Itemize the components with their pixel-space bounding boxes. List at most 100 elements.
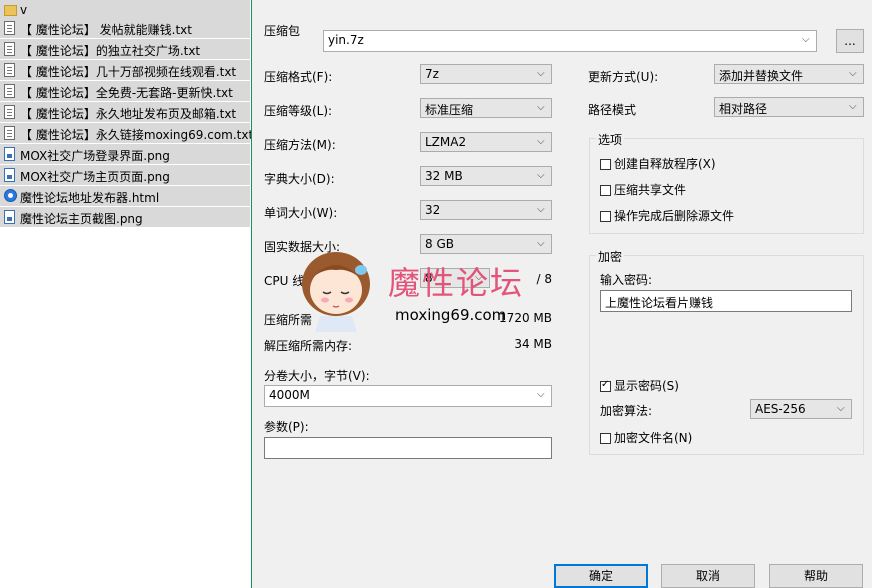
memory-decompress-label: 解压缩所需内存:: [264, 339, 353, 353]
update-mode-label: 更新方式(U):: [588, 70, 659, 84]
file-name: 【 魔性论坛】几十万部视频在线观看.txt: [20, 65, 237, 79]
watermark-title: 魔性论坛: [388, 264, 525, 302]
file-name: 魔性论坛主页截图.png: [20, 212, 143, 226]
format-label: 压缩格式(F):: [264, 70, 333, 84]
password-input[interactable]: 上魔性论坛看片赚钱: [600, 290, 852, 312]
delete-after-label: 操作完成后删除源文件: [614, 209, 735, 223]
list-item[interactable]: 【 魔性论坛】永久地址发布页及邮箱.txt: [0, 102, 250, 123]
chevron-down-icon: ⌵: [849, 68, 857, 79]
solid-block-value: 8 GB: [425, 237, 454, 251]
archive-label: 压缩包: [264, 24, 301, 38]
list-item[interactable]: MOX社交广场登录界面.png: [0, 144, 250, 165]
path-mode-value: 相对路径: [719, 102, 768, 116]
path-mode-select[interactable]: 相对路径 ⌵: [714, 97, 864, 117]
dictionary-select[interactable]: 32 MB ⌵: [420, 166, 552, 186]
chevron-down-icon: ⌵: [537, 238, 545, 249]
file-name: 魔性论坛地址发布器.html: [20, 191, 160, 205]
text-file-icon: [4, 105, 15, 119]
dictionary-value: 32 MB: [425, 169, 463, 183]
parameters-input[interactable]: [264, 437, 552, 459]
chevron-down-icon[interactable]: ⌵: [537, 389, 547, 401]
list-item[interactable]: 魔性论坛主页截图.png: [0, 207, 250, 228]
text-file-icon: [4, 84, 15, 98]
file-name: 【 魔性论坛】 发帖就能赚钱.txt: [20, 23, 192, 37]
text-file-icon: [4, 21, 15, 35]
options-title: 选项: [596, 131, 625, 148]
path-mode-label: 路径模式: [588, 103, 637, 117]
create-sfx-checkbox[interactable]: 创建自释放程序(X): [600, 155, 716, 172]
chevron-down-icon: ⌵: [537, 204, 545, 215]
memory-decompress-value: 34 MB: [514, 337, 552, 351]
ok-button[interactable]: 确定: [554, 564, 648, 588]
level-select[interactable]: 标准压缩 ⌵: [420, 98, 552, 118]
file-name: 【 魔性论坛】的独立社交广场.txt: [20, 44, 201, 58]
archive-path-value: yin.7z: [328, 33, 364, 47]
show-password-checkbox[interactable]: 显示密码(S): [600, 377, 679, 394]
format-select[interactable]: 7z ⌵: [420, 64, 552, 84]
dictionary-label: 字典大小(D):: [264, 172, 335, 186]
word-size-select[interactable]: 32 ⌵: [420, 200, 552, 220]
watermark-mascot-icon: [295, 240, 377, 335]
encrypt-names-label: 加密文件名(N): [614, 431, 693, 445]
file-list-pane: v 【 魔性论坛】 发帖就能赚钱.txt 【 魔性论坛】的独立社交广场.txt …: [0, 0, 254, 588]
chevron-down-icon[interactable]: ⌵: [802, 34, 812, 46]
method-select[interactable]: LZMA2 ⌵: [420, 132, 552, 152]
list-item[interactable]: 【 魔性论坛】几十万部视频在线观看.txt: [0, 60, 250, 81]
delete-after-checkbox[interactable]: 操作完成后删除源文件: [600, 207, 734, 224]
chevron-down-icon: ⌵: [837, 403, 845, 414]
chevron-down-icon: ⌵: [849, 101, 857, 112]
create-sfx-label: 创建自释放程序(X): [614, 157, 716, 171]
encrypt-names-checkbox[interactable]: 加密文件名(N): [600, 429, 692, 446]
encryption-title: 加密: [596, 248, 625, 265]
list-item[interactable]: 【 魔性论坛】 发帖就能赚钱.txt: [0, 18, 250, 39]
level-value: 标准压缩: [425, 103, 474, 117]
file-name: 【 魔性论坛】永久地址发布页及邮箱.txt: [20, 107, 237, 121]
show-password-label: 显示密码(S): [614, 379, 679, 393]
list-item[interactable]: 魔性论坛地址发布器.html: [0, 186, 250, 207]
options-group: 选项 创建自释放程序(X) 压缩共享文件 操作完成后删除源文件: [589, 131, 864, 234]
text-file-icon: [4, 42, 15, 56]
chevron-down-icon: ⌵: [537, 170, 545, 181]
method-label: 压缩方法(M):: [264, 138, 336, 152]
list-item[interactable]: 【 魔性论坛】的独立社交广场.txt: [0, 39, 250, 60]
checkbox-box[interactable]: [600, 159, 611, 170]
archive-path-combo[interactable]: yin.7z ⌵: [323, 30, 817, 52]
word-size-label: 单词大小(W):: [264, 206, 338, 220]
cpu-threads-total: / 8: [536, 272, 553, 286]
image-file-icon: [4, 210, 15, 224]
browse-button[interactable]: ...: [836, 29, 864, 53]
image-file-icon: [4, 168, 15, 182]
encryption-method-label: 加密算法:: [600, 404, 653, 418]
file-name: MOX社交广场登录界面.png: [20, 149, 170, 163]
text-file-icon: [4, 126, 15, 140]
encryption-method-value: AES-256: [755, 402, 806, 416]
checkbox-box[interactable]: [600, 211, 611, 222]
help-button[interactable]: 帮助: [769, 564, 863, 588]
checkbox-box[interactable]: [600, 185, 611, 196]
method-value: LZMA2: [425, 135, 467, 149]
split-volume-label: 分卷大小，字节(V):: [264, 369, 370, 383]
compress-shared-checkbox[interactable]: 压缩共享文件: [600, 181, 686, 198]
image-file-icon: [4, 147, 15, 161]
split-volume-combo[interactable]: 4000M ⌵: [264, 385, 552, 407]
list-item[interactable]: 【 魔性论坛】永久链接moxing69.com.txt: [0, 123, 254, 144]
parameters-label: 参数(P):: [264, 420, 309, 434]
checkbox-box[interactable]: [600, 433, 611, 444]
encryption-method-select[interactable]: AES-256 ⌵: [750, 399, 852, 419]
list-item[interactable]: MOX社交广场主页页面.png: [0, 165, 250, 186]
update-mode-select[interactable]: 添加并替换文件 ⌵: [714, 64, 864, 84]
password-label: 输入密码:: [600, 273, 653, 287]
cancel-button[interactable]: 取消: [661, 564, 755, 588]
checkbox-box[interactable]: [600, 379, 611, 392]
level-label: 压缩等级(L):: [264, 104, 333, 118]
password-value: 上魔性论坛看片赚钱: [605, 296, 714, 310]
format-value: 7z: [425, 67, 439, 81]
folder-icon: [4, 5, 17, 16]
compress-shared-label: 压缩共享文件: [614, 183, 687, 197]
chevron-down-icon: ⌵: [537, 102, 545, 113]
file-name: v: [20, 3, 28, 17]
file-name: 【 魔性论坛】永久链接moxing69.com.txt: [20, 128, 254, 142]
solid-block-select[interactable]: 8 GB ⌵: [420, 234, 552, 254]
browser-html-icon: [4, 189, 17, 202]
list-item[interactable]: 【 魔性论坛】全免费-无套路-更新快.txt: [0, 81, 250, 102]
